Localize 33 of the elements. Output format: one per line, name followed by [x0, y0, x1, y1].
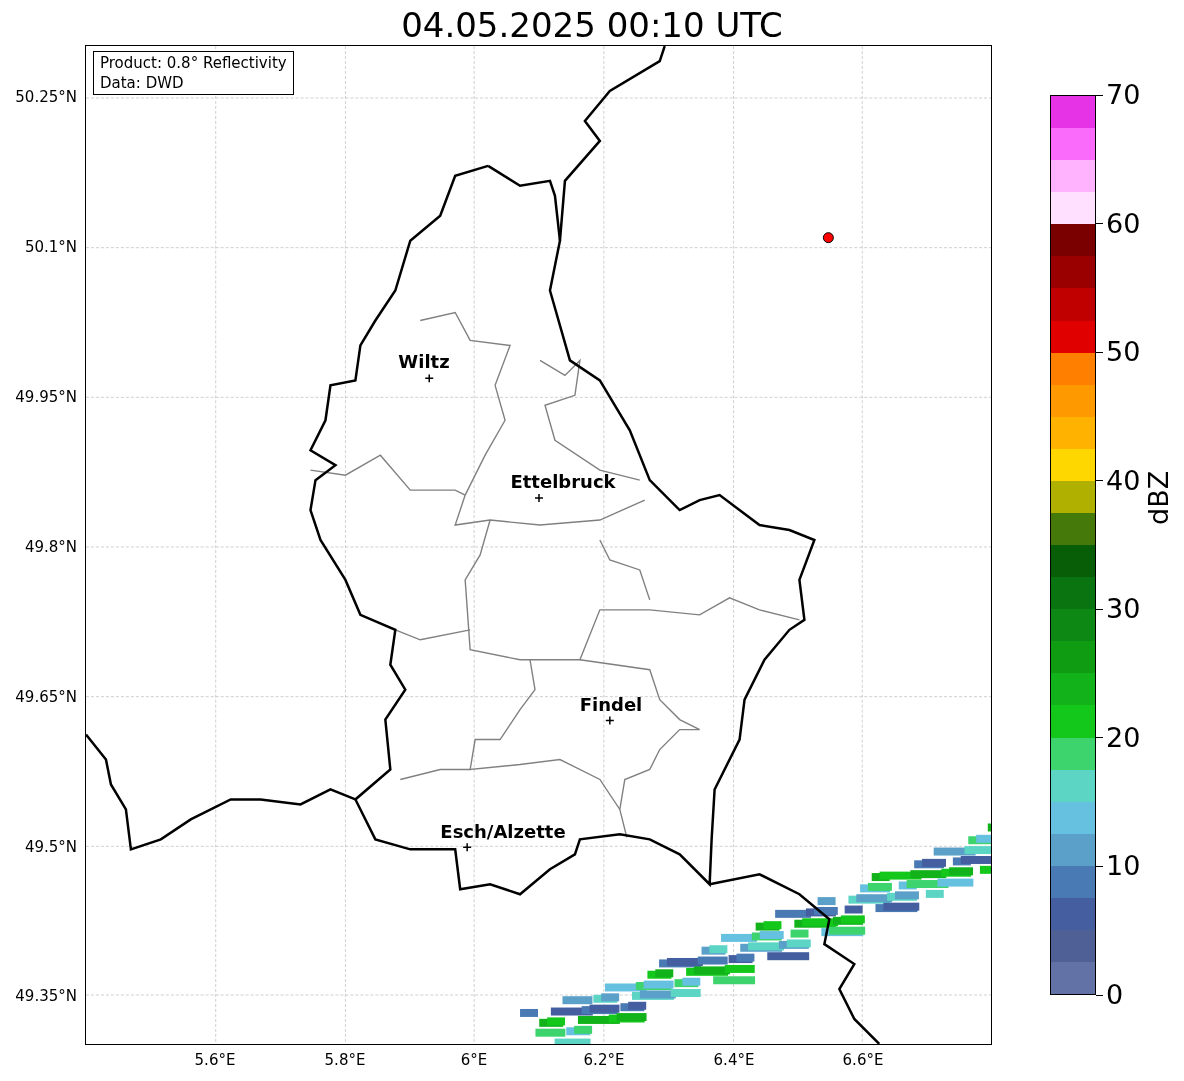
longitude-label: 6.2°E	[583, 1051, 625, 1069]
colorbar-tick-label: 20	[1106, 721, 1141, 754]
colorbar-tick-label: 40	[1106, 464, 1141, 497]
latitude-label: 49.8°N	[24, 538, 77, 556]
info-box: Product: 0.8° Reflectivity Data: DWD	[93, 51, 294, 95]
colorbar-tick-label: 30	[1106, 593, 1141, 626]
colorbar-tick-label: 0	[1106, 979, 1124, 1011]
colorbar-tick-label: 70	[1106, 79, 1141, 111]
latitude-label: 50.25°N	[15, 88, 77, 106]
latitude-label: 49.35°N	[15, 987, 77, 1005]
longitude-label: 6.6°E	[842, 1051, 884, 1069]
chart-title: 04.05.2025 00:10 UTC	[401, 4, 783, 46]
city-label: Ettelbruck	[510, 472, 616, 492]
latitude-label: 49.5°N	[24, 838, 77, 856]
radar-site-marker	[822, 232, 834, 244]
city-label: Wiltz	[398, 352, 450, 372]
latitude-label: 49.95°N	[15, 388, 77, 406]
longitude-label: 5.8°E	[324, 1051, 366, 1069]
city-marker	[605, 715, 615, 726]
city-marker	[424, 373, 434, 384]
latitude-label: 50.1°N	[24, 238, 77, 256]
longitude-label: 6.4°E	[713, 1051, 755, 1069]
colorbar-tick-label: 60	[1106, 207, 1141, 240]
longitude-label: 6°E	[460, 1051, 488, 1069]
longitude-label: 5.6°E	[194, 1051, 236, 1069]
city-label: Esch/Alzette	[440, 822, 566, 842]
city-marker	[534, 493, 544, 503]
latitude-label: 49.65°N	[15, 688, 77, 706]
city-marker	[462, 842, 472, 853]
colorbar-tick-label: 50	[1106, 336, 1141, 369]
city-label: Findel	[579, 695, 643, 715]
colorbar-axis-label: dBZ	[1143, 470, 1175, 525]
colorbar-tick-label: 10	[1106, 850, 1141, 883]
